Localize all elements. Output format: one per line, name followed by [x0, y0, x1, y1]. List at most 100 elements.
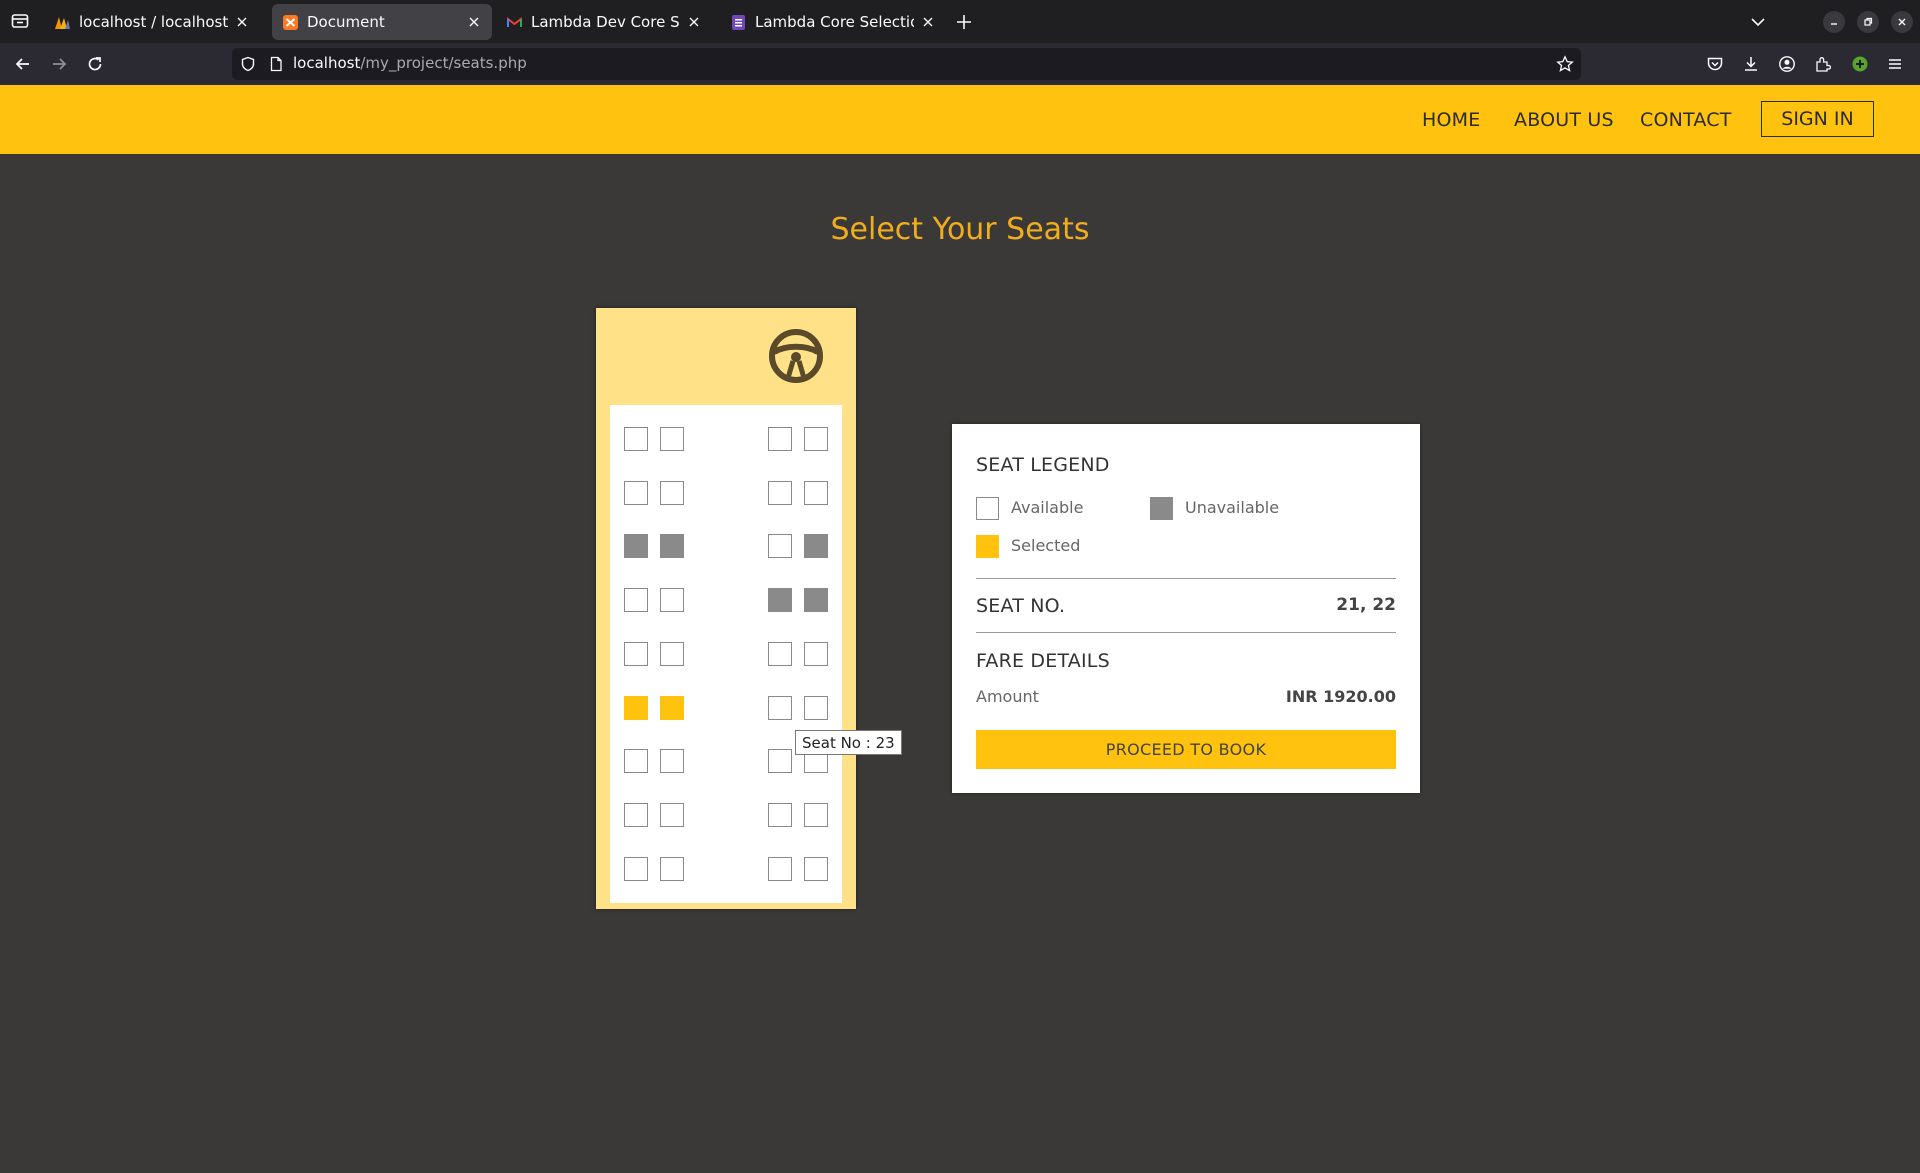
downloads-icon[interactable] [1740, 53, 1762, 75]
reload-icon[interactable] [84, 53, 106, 75]
gmail-icon [506, 14, 523, 31]
seat-available[interactable] [768, 427, 792, 451]
seat-available[interactable] [804, 642, 828, 666]
restore-icon[interactable] [1857, 11, 1879, 33]
legend-available-label: Available [1011, 498, 1084, 517]
seat-available[interactable] [660, 749, 684, 773]
seat-available[interactable] [624, 588, 648, 612]
seat-available[interactable] [660, 481, 684, 505]
seat-available[interactable] [768, 481, 792, 505]
seat-grid [610, 405, 842, 903]
amount-value: INR 1920.00 [1285, 687, 1396, 706]
legend-unavailable-label: Unavailable [1185, 498, 1280, 517]
seat-available[interactable] [660, 803, 684, 827]
forms-icon [730, 14, 747, 31]
seat-available[interactable] [660, 857, 684, 881]
legend-selected-swatch [976, 535, 999, 558]
tab-title: Lambda Dev Core Selecti [531, 13, 680, 31]
xampp-icon [282, 14, 299, 31]
fare-details-title: FARE DETAILS [976, 650, 1110, 672]
seat-available[interactable] [624, 749, 648, 773]
seat-available[interactable] [804, 427, 828, 451]
tab-title: localhost / localhost / bu [79, 13, 228, 31]
url-bar[interactable]: localhost/my_project/seats.php [232, 48, 1581, 80]
seat-available[interactable] [624, 427, 648, 451]
seat-available[interactable] [768, 696, 792, 720]
close-tab-icon[interactable] [234, 14, 250, 30]
booking-panel: SEAT LEGEND Available Unavailable Select… [952, 424, 1420, 793]
url-text: localhost/my_project/seats.php [293, 54, 527, 72]
site-header: HOME ABOUT US CONTACT SIGN IN [0, 85, 1920, 154]
seat-unavailable [804, 588, 828, 612]
close-tab-icon[interactable] [920, 14, 936, 30]
bus-layout [596, 308, 856, 909]
phpmyadmin-icon [54, 14, 71, 31]
pocket-icon[interactable] [1704, 53, 1726, 75]
seat-no-value: 21, 22 [1336, 595, 1396, 615]
tab-title: Document [307, 13, 385, 31]
seat-unavailable [768, 588, 792, 612]
url-path: /my_project/seats.php [360, 54, 527, 72]
list-all-tabs-icon[interactable] [1747, 11, 1769, 33]
seat-selected[interactable] [660, 696, 684, 720]
account-icon[interactable] [1776, 53, 1798, 75]
seat-available[interactable] [660, 588, 684, 612]
close-window-icon[interactable] [1891, 11, 1913, 33]
divider [976, 578, 1396, 579]
sign-in-button[interactable]: SIGN IN [1761, 101, 1874, 137]
legend-selected-label: Selected [1011, 536, 1081, 555]
seat-legend-title: SEAT LEGEND [976, 454, 1110, 476]
nav-contact-link[interactable]: CONTACT [1640, 109, 1732, 131]
forward-icon[interactable] [48, 53, 70, 75]
seat-available[interactable] [768, 857, 792, 881]
url-host: localhost [293, 54, 361, 72]
seat-available[interactable] [660, 642, 684, 666]
seat-available[interactable] [804, 857, 828, 881]
extensions-icon[interactable] [1812, 53, 1834, 75]
browser-nav-bar: localhost/my_project/seats.php [0, 43, 1920, 85]
legend-unavailable-swatch [1150, 497, 1173, 520]
seat-unavailable [804, 534, 828, 558]
browser-tab-phpmyadmin[interactable]: localhost / localhost / bu [44, 4, 260, 40]
seat-available[interactable] [768, 642, 792, 666]
seat-available[interactable] [768, 534, 792, 558]
tab-title: Lambda Core Selection [755, 13, 914, 31]
seat-unavailable [624, 534, 648, 558]
proceed-to-book-button[interactable]: PROCEED TO BOOK [976, 730, 1396, 769]
seat-available[interactable] [804, 803, 828, 827]
nav-home-link[interactable]: HOME [1422, 109, 1480, 131]
browser-tab-forms[interactable]: Lambda Core Selection [720, 4, 946, 40]
amount-label: Amount [976, 687, 1039, 706]
browser-tab-bar: localhost / localhost / bu Document Lamb… [0, 0, 1920, 43]
close-tab-icon[interactable] [686, 14, 702, 30]
bookmark-star-icon[interactable] [1556, 55, 1574, 73]
seat-available[interactable] [624, 481, 648, 505]
seat-available[interactable] [624, 642, 648, 666]
seat-available[interactable] [804, 481, 828, 505]
divider [976, 632, 1396, 633]
seat-available[interactable] [660, 427, 684, 451]
seat-selected[interactable] [624, 696, 648, 720]
back-icon[interactable] [12, 53, 34, 75]
seat-available[interactable] [624, 857, 648, 881]
seat-available[interactable] [768, 803, 792, 827]
seat-unavailable [660, 534, 684, 558]
page-title: Select Your Seats [830, 212, 1090, 247]
nav-about-link[interactable]: ABOUT US [1514, 109, 1614, 131]
steering-wheel-icon [768, 328, 824, 384]
minimize-icon[interactable] [1823, 11, 1845, 33]
seat-tooltip: Seat No : 23 [795, 730, 902, 755]
seat-no-label: SEAT NO. [976, 595, 1066, 617]
close-tab-icon[interactable] [466, 14, 482, 30]
shield-icon[interactable] [240, 56, 256, 72]
seat-available[interactable] [624, 803, 648, 827]
browser-tab-document[interactable]: Document [272, 4, 492, 40]
seat-available[interactable] [804, 696, 828, 720]
browser-tab-gmail[interactable]: Lambda Dev Core Selecti [496, 4, 712, 40]
seat-available[interactable] [768, 749, 792, 773]
new-tab-icon[interactable] [954, 12, 974, 32]
page-icon[interactable] [268, 56, 284, 72]
tab-list-icon[interactable] [10, 11, 30, 31]
app-menu-icon[interactable] [1884, 53, 1906, 75]
extension-addon-icon[interactable] [1849, 53, 1871, 75]
